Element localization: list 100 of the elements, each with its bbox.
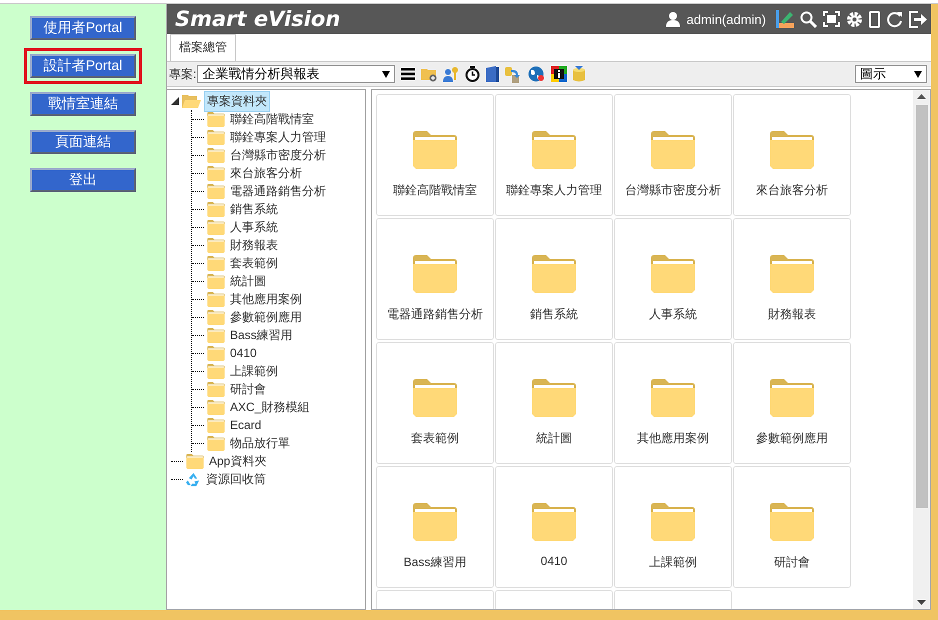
tree-item[interactable]: 統計圖 [228, 272, 268, 290]
folder-icon [207, 418, 225, 432]
folder-label: 0410 [540, 554, 568, 568]
folder-icon [207, 346, 225, 360]
folder-label: 其他應用案例 [637, 430, 709, 447]
scrollbar[interactable] [913, 90, 930, 609]
clock-icon[interactable] [465, 66, 480, 82]
tree-item[interactable]: 其他應用案例 [228, 290, 304, 308]
folder-icon [207, 328, 225, 342]
folder-icon [207, 112, 225, 126]
folder-card[interactable]: 其他應用案例 [614, 342, 732, 464]
tree-item[interactable]: 聯銓高階戰情室 [228, 110, 316, 128]
tree-item[interactable]: 來台旅客分析 [228, 164, 304, 182]
scroll-up-icon[interactable] [917, 94, 926, 99]
folder-card[interactable]: 聯銓專案人力管理 [495, 94, 613, 216]
tree-item[interactable]: 專案資料夾 [204, 90, 270, 112]
folder-add-icon[interactable] [421, 66, 438, 82]
database-export-icon[interactable] [505, 66, 522, 82]
tree-item[interactable]: 財務報表 [228, 236, 280, 254]
tree-item[interactable]: Bass練習用 [228, 326, 295, 344]
tree-item[interactable]: 台灣縣市密度分析 [228, 146, 328, 164]
tree-item[interactable]: 0410 [228, 345, 259, 361]
globe-icon[interactable] [528, 66, 546, 82]
folder-icon [207, 436, 225, 450]
menu-icon[interactable] [401, 68, 416, 80]
tree-item[interactable]: 研討會 [228, 380, 268, 398]
folder-icon [207, 130, 225, 144]
tree-item[interactable]: 聯銓專案人力管理 [228, 128, 328, 146]
tree-item[interactable]: 人事系統 [228, 218, 280, 236]
folder-icon [532, 379, 576, 417]
folder-label: 參數範例應用 [756, 430, 828, 447]
database-icon[interactable] [573, 66, 586, 82]
book-icon[interactable] [486, 66, 500, 82]
scroll-down-icon[interactable] [917, 600, 926, 605]
refresh-icon[interactable] [886, 10, 903, 28]
tree-item[interactable]: Ecard [228, 417, 264, 433]
tree-item[interactable]: AXC_財務模組 [228, 398, 312, 416]
folder-icon [651, 131, 695, 169]
folder-icon [207, 310, 225, 324]
open-folder-icon [182, 94, 201, 108]
tree-item[interactable]: 電器通路銷售分析 [228, 182, 328, 200]
tree-item[interactable]: 上課範例 [228, 362, 280, 380]
folder-icon [532, 503, 576, 541]
folder-card[interactable]: 統計圖 [495, 342, 613, 464]
folder-label: 研討會 [774, 554, 810, 571]
tree-item[interactable]: 銷售系統 [228, 200, 280, 218]
sidebar-button[interactable]: 使用者Portal [30, 16, 136, 40]
collapse-icon[interactable] [171, 97, 179, 105]
folder-card[interactable]: 來台旅客分析 [733, 94, 851, 216]
folder-label: 銷售系統 [530, 306, 578, 323]
sidebar-button[interactable]: 設計者Portal [30, 54, 136, 78]
tree-item[interactable]: App資料夾 [207, 452, 268, 470]
folder-icon [207, 184, 225, 198]
folder-card[interactable]: 套表範例 [376, 342, 494, 464]
folder-card[interactable]: 參數範例應用 [733, 342, 851, 464]
folder-card[interactable]: 財務報表 [733, 218, 851, 340]
search-icon[interactable] [800, 10, 817, 28]
folder-card[interactable]: 電器通路銷售分析 [376, 218, 494, 340]
folder-label: 聯銓專案人力管理 [506, 182, 602, 199]
folder-icon [207, 400, 225, 414]
users-key-icon[interactable] [443, 66, 460, 82]
tree-item[interactable]: 參數範例應用 [228, 308, 304, 326]
fullscreen-icon[interactable] [823, 11, 840, 27]
folder-icon [207, 364, 225, 378]
folder-label: 套表範例 [411, 430, 459, 447]
folder-label: 聯銓高階戰情室 [393, 182, 477, 199]
folder-icon [207, 238, 225, 252]
folder-card[interactable]: 0410 [495, 466, 613, 588]
tree-item[interactable]: 物品放行單 [228, 434, 292, 452]
tab[interactable]: 檔案總管 [170, 34, 236, 61]
phone-icon[interactable] [869, 10, 880, 28]
folder-card[interactable]: 人事系統 [614, 218, 732, 340]
sidebar-button[interactable]: 頁面連結 [30, 130, 136, 154]
tree-item[interactable]: 套表範例 [228, 254, 280, 272]
view-select[interactable]: 圖示 [855, 65, 927, 83]
settings-icon[interactable] [846, 10, 863, 28]
folder-label: 統計圖 [536, 430, 572, 447]
sidebar-button[interactable]: 戰情室連結 [30, 92, 136, 116]
project-select[interactable]: 企業戰情分析與報表 [197, 65, 396, 83]
sidebar-button[interactable]: 登出 [30, 168, 136, 192]
tree-item[interactable]: 資源回收筒 [204, 470, 268, 488]
folder-label: 人事系統 [649, 306, 697, 323]
folder-card[interactable]: 銷售系統 [495, 218, 613, 340]
folder-card[interactable]: 台灣縣市密度分析 [614, 94, 732, 216]
logout-icon[interactable] [909, 10, 927, 28]
folder-card[interactable]: Bass練習用 [376, 466, 494, 588]
folder-card[interactable]: 聯銓高階戰情室 [376, 94, 494, 216]
folder-icon [770, 503, 814, 541]
folder-card[interactable]: 上課範例 [614, 466, 732, 588]
folder-icon [651, 379, 695, 417]
folder-label: 上課範例 [649, 554, 697, 571]
chart-pencil-icon[interactable] [776, 10, 794, 28]
folder-icon [651, 503, 695, 541]
folder-icon [770, 379, 814, 417]
folder-label: 台灣縣市密度分析 [625, 182, 721, 199]
folder-label: 電器通路銷售分析 [387, 306, 483, 323]
user-icon [664, 11, 681, 27]
info-icon[interactable] [551, 66, 568, 82]
folder-card[interactable]: 研討會 [733, 466, 851, 588]
folder-label: 財務報表 [768, 306, 816, 323]
